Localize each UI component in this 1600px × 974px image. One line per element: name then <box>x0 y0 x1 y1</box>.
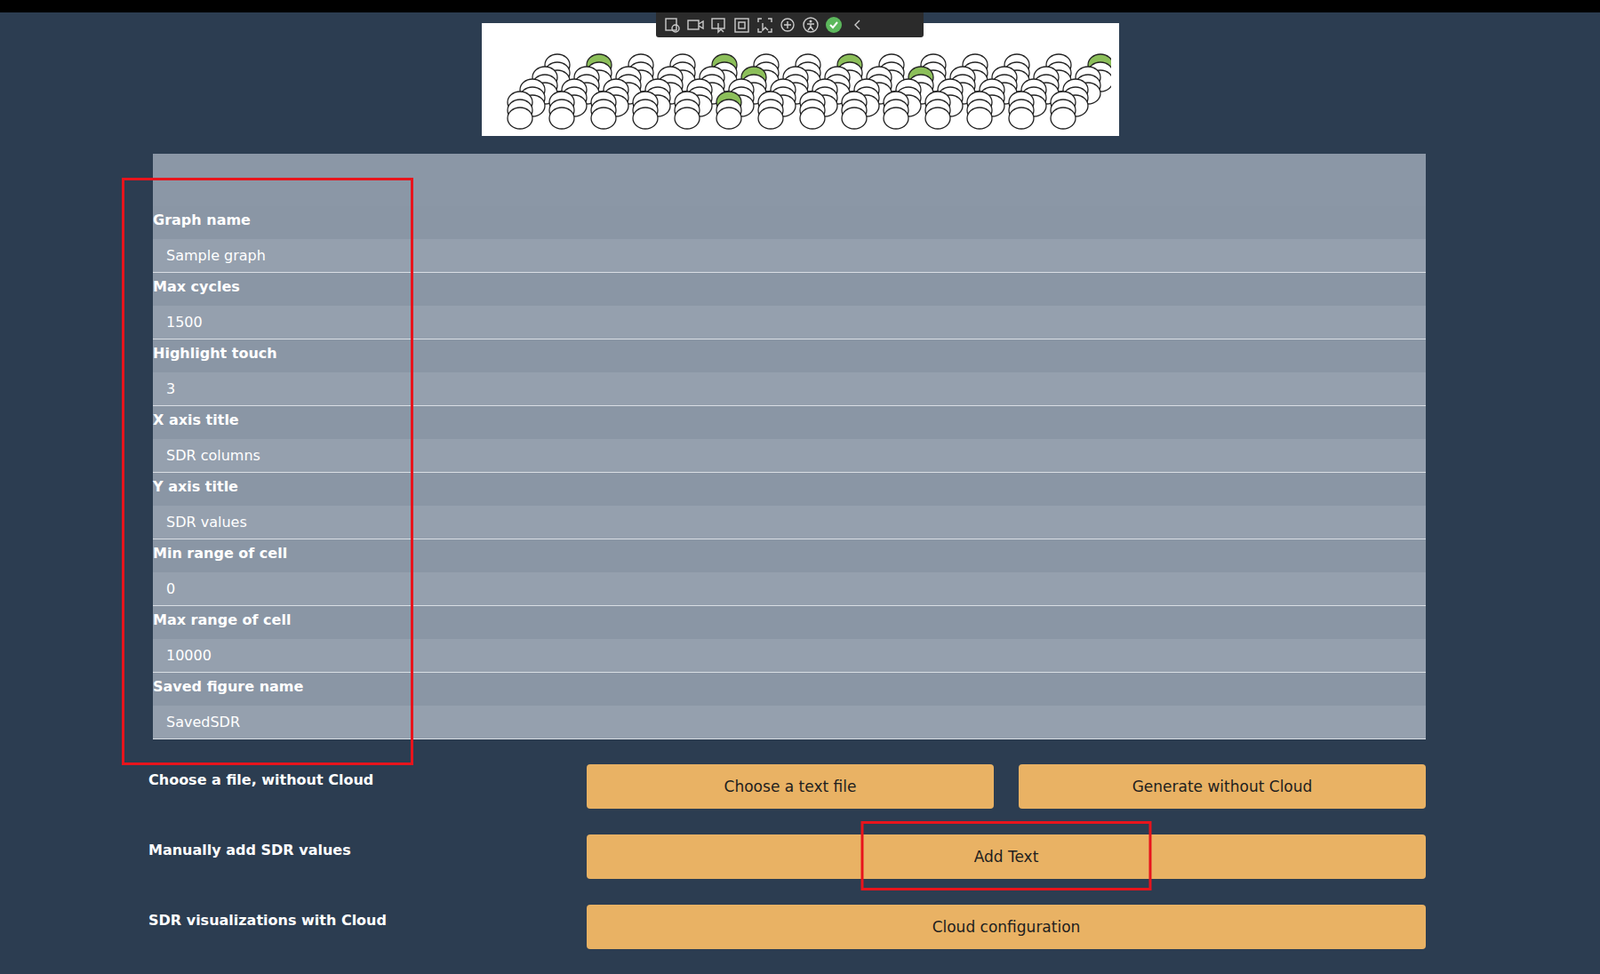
field-input[interactable]: 0 <box>152 572 1426 606</box>
field-input[interactable]: Sample graph <box>152 239 1426 272</box>
actions: Choose a file, without CloudChoose a tex… <box>148 764 1426 950</box>
action-button[interactable]: Choose a text file <box>586 764 994 809</box>
action-row: Choose a file, without CloudChoose a tex… <box>148 764 1426 809</box>
button-label: Generate without Cloud <box>1132 777 1313 796</box>
top-bar <box>0 0 1600 13</box>
field-input[interactable]: 1500 <box>152 305 1426 339</box>
field-input[interactable]: 10000 <box>152 639 1426 672</box>
form-field: Max cycles1500 <box>152 272 1426 340</box>
form-field: Graph nameSample graph <box>152 206 1426 273</box>
button-group: Add Text <box>586 834 1426 880</box>
logo <box>481 23 1120 136</box>
adorner-icon[interactable] <box>732 16 751 34</box>
action-button[interactable]: Add Text <box>586 834 1426 880</box>
binding-icon[interactable] <box>778 16 797 34</box>
action-button[interactable]: Generate without Cloud <box>1018 764 1426 809</box>
action-row: Manually add SDR values Add Text <box>148 834 1426 880</box>
form-field: Saved figure nameSavedSDR <box>152 672 1426 740</box>
accessibility-icon[interactable] <box>801 16 820 34</box>
check-icon[interactable] <box>824 16 843 34</box>
field-input[interactable]: 3 <box>152 372 1426 406</box>
settings-form: Graph nameSample graphMax cycles1500High… <box>152 153 1426 740</box>
track-focus-icon[interactable] <box>755 16 774 34</box>
highlight-box <box>121 177 414 766</box>
field-label: Highlight touch <box>152 339 1426 373</box>
select-icon[interactable] <box>709 16 728 34</box>
form-field: Max range of cell10000 <box>152 606 1426 673</box>
field-label: Graph name <box>152 206 1426 240</box>
field-input[interactable]: SDR columns <box>152 439 1426 472</box>
button-label: Choose a text file <box>724 777 857 796</box>
action-label: Choose a file, without Cloud <box>148 764 587 809</box>
header <box>0 12 1600 136</box>
form-field: Y axis titleSDR values <box>152 472 1426 540</box>
action-row: SDR visualizations with Cloud Cloud confi… <box>148 904 1426 950</box>
live-tree-icon[interactable] <box>663 16 681 34</box>
field-label: Y axis title <box>152 472 1426 506</box>
field-input[interactable]: SavedSDR <box>152 705 1426 739</box>
form-field: Highlight touch3 <box>152 339 1426 407</box>
collapse-icon[interactable] <box>848 16 866 34</box>
form-field: Min range of cell0 <box>152 539 1426 607</box>
button-group: Choose a text file Generate without Cloud <box>586 764 1426 809</box>
button-group: Cloud configuration <box>586 904 1426 950</box>
action-label: SDR visualizations with Cloud <box>148 904 587 950</box>
video-icon[interactable] <box>686 16 704 34</box>
sdr-columns-icon <box>488 26 1112 134</box>
button-label: Cloud configuration <box>932 918 1081 936</box>
field-label: Max cycles <box>152 272 1426 306</box>
field-label: X axis title <box>152 406 1426 440</box>
form-field: X axis titleSDR columns <box>152 406 1426 473</box>
debug-toolbar <box>656 12 924 38</box>
highlight-box <box>861 821 1152 891</box>
field-label: Min range of cell <box>152 539 1426 573</box>
field-label: Max range of cell <box>152 606 1426 640</box>
action-button[interactable]: Cloud configuration <box>586 904 1426 950</box>
action-label: Manually add SDR values <box>148 834 587 880</box>
field-label: Saved figure name <box>152 672 1426 706</box>
button-label: Add Text <box>974 848 1040 866</box>
field-input[interactable]: SDR values <box>152 505 1426 539</box>
